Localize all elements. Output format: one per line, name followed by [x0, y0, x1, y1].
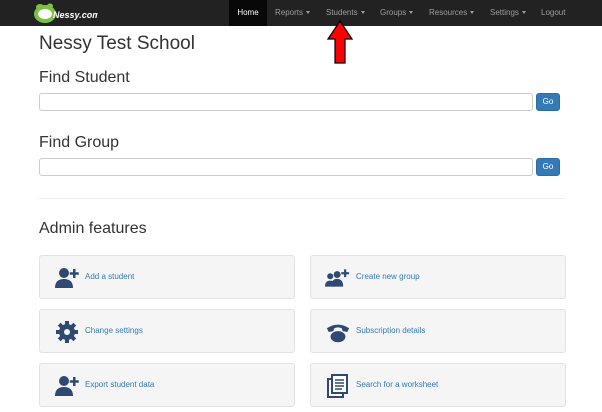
nessy-logo[interactable]: Nessy.com [32, 1, 98, 25]
export-student-data-label: Export student data [85, 380, 155, 389]
gear-icon [56, 321, 78, 343]
nav-home[interactable]: Home [229, 0, 267, 26]
create-group-label: Create new group [356, 272, 420, 281]
subscription-details-label: Subscription details [356, 326, 426, 335]
page-title: Nessy Test School [39, 33, 195, 54]
add-group-icon [325, 269, 350, 287]
nav-logout[interactable]: Logout [541, 0, 565, 26]
search-worksheet-card[interactable]: Search for a worksheet [310, 363, 566, 407]
nav-settings[interactable]: Settings [490, 0, 526, 26]
find-student-heading: Find Student [39, 69, 130, 86]
nav-reports-label: Reports [275, 8, 304, 17]
find-group-go-button[interactable]: Go [536, 158, 560, 176]
create-group-card[interactable]: Create new group [310, 255, 566, 299]
add-student-card[interactable]: Add a student [39, 255, 295, 299]
red-arrow-icon [327, 20, 353, 64]
change-settings-label: Change settings [85, 326, 143, 335]
caret-down-icon [409, 11, 414, 15]
nav-logout-label: Logout [541, 8, 566, 17]
phone-icon [326, 324, 350, 343]
find-student-go-button[interactable]: Go [536, 93, 560, 111]
search-worksheet-label: Search for a worksheet [356, 380, 439, 389]
caret-down-icon [521, 11, 526, 15]
brand-text: Nessy.com [53, 10, 98, 20]
caret-down-icon [470, 11, 475, 15]
change-settings-card[interactable]: Change settings [39, 309, 295, 353]
nav-resources[interactable]: Resources [429, 0, 475, 26]
section-divider [39, 198, 565, 199]
subscription-details-card[interactable]: Subscription details [310, 309, 566, 353]
add-user-icon [55, 268, 79, 288]
nav-groups-label: Groups [380, 8, 407, 17]
nav-resources-label: Resources [429, 8, 468, 17]
find-group-input[interactable] [39, 158, 533, 176]
nav-reports[interactable]: Reports [275, 0, 311, 26]
caret-down-icon [360, 11, 365, 15]
admin-features-heading: Admin features [39, 220, 147, 237]
document-icon [327, 374, 348, 398]
find-group-heading: Find Group [39, 134, 120, 151]
add-student-label: Add a student [85, 272, 135, 281]
top-navbar: Nessy.com Home Reports Students Groups R… [0, 0, 602, 26]
nav-settings-label: Settings [490, 8, 519, 17]
export-student-data-card[interactable]: Export student data [39, 363, 295, 407]
nav-groups[interactable]: Groups [380, 0, 414, 26]
find-student-input[interactable] [39, 93, 533, 111]
add-user-icon [55, 376, 79, 396]
caret-down-icon [306, 11, 311, 15]
nav-home-label: Home [237, 8, 259, 17]
nav-students-label: Students [326, 8, 358, 17]
